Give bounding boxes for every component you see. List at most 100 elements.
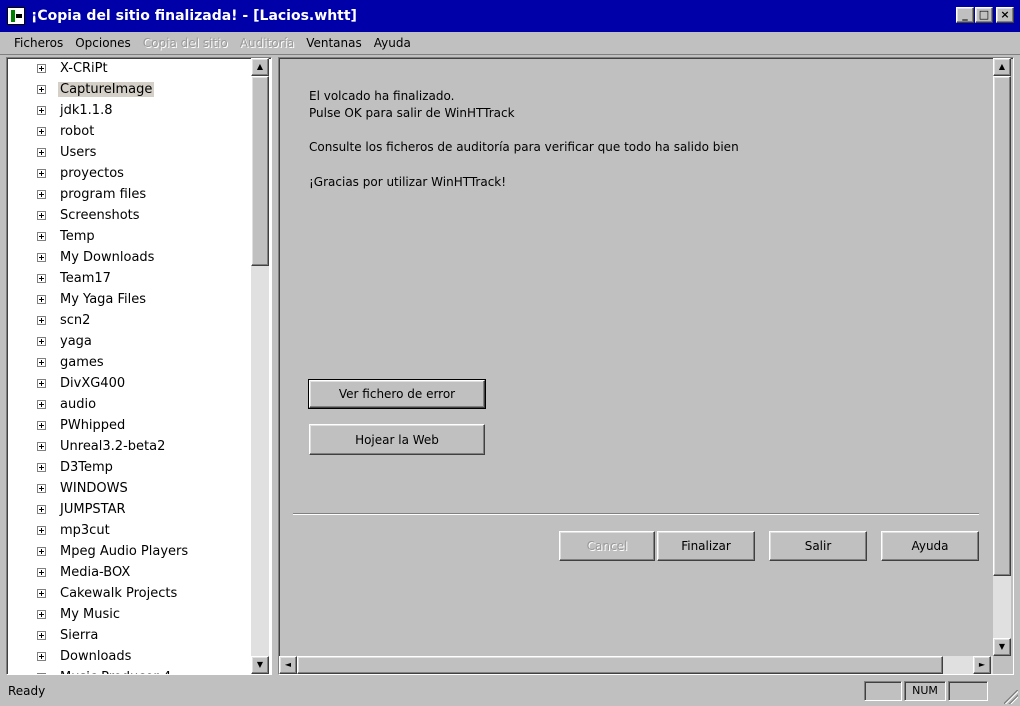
app-icon[interactable] [7,7,25,25]
tree-item[interactable]: Mpeg Audio Players [37,541,190,562]
maximize-button[interactable]: □ [975,7,993,23]
message-press-ok: Pulse OK para salir de WinHTTrack [309,106,515,120]
tree-item-label: CaptureImage [58,82,155,97]
content-vertical-scrollbar[interactable]: ▲ ▼ [993,58,1011,656]
status-panel-num: NUM [904,681,946,701]
tree-item[interactable]: program files [37,184,148,205]
content-scroll-up-button[interactable]: ▲ [993,58,1011,76]
menu-ventanas[interactable]: Ventanas [300,36,368,50]
tree-item[interactable]: D3Temp [37,457,115,478]
expand-plus-icon[interactable] [37,568,46,577]
tree-item[interactable]: My Yaga Files [37,289,148,310]
tree-item-label: Team17 [60,271,111,286]
menu-auditoria[interactable]: Auditoría [234,36,300,50]
tree-item[interactable]: WINDOWS [37,478,130,499]
tree-item[interactable]: X-CRiPt [37,58,110,79]
help-button[interactable]: Ayuda [881,531,979,561]
expand-plus-icon[interactable] [37,358,46,367]
content-horizontal-scrollbar[interactable]: ◄ ► [279,656,993,674]
tree-item[interactable]: proyectos [37,163,126,184]
tree-item-label: WINDOWS [60,481,128,496]
browse-web-button[interactable]: Hojear la Web [309,424,485,455]
expand-plus-icon[interactable] [37,547,46,556]
content-scroll-left-button[interactable]: ◄ [279,656,297,674]
expand-plus-icon[interactable] [37,232,46,241]
tree-item-label: Cakewalk Projects [60,586,178,601]
expand-plus-icon[interactable] [37,400,46,409]
menu-ficheros[interactable]: Ficheros [0,36,69,50]
expand-plus-icon[interactable] [37,379,46,388]
tree-item[interactable]: scn2 [37,310,92,331]
tree-item[interactable]: My Music [37,604,122,625]
expand-plus-icon[interactable] [37,190,46,199]
finish-button[interactable]: Finalizar [657,531,755,561]
cancel-button[interactable]: Cancel [559,531,655,561]
content-scroll-thumb[interactable] [993,76,1011,576]
menu-copia-del-sitio[interactable]: Copia del sitio [137,36,234,50]
tree-item-label: X-CRiPt [60,61,108,76]
content-scroll-down-button[interactable]: ▼ [993,638,1011,656]
tree-item[interactable]: Music Producer 4 [37,667,173,674]
expand-plus-icon[interactable] [37,652,46,661]
expand-plus-icon[interactable] [37,148,46,157]
tree-item[interactable]: yaga [37,331,94,352]
tree-item[interactable]: Cakewalk Projects [37,583,179,604]
menu-opciones[interactable]: Opciones [69,36,137,50]
tree-item[interactable]: Temp [37,226,97,247]
tree-vertical-scrollbar[interactable]: ▲ ▼ [251,58,269,674]
tree-item[interactable]: Sierra [37,625,100,646]
tree-item[interactable]: Downloads [37,646,133,667]
tree-item[interactable]: games [37,352,106,373]
tree-item[interactable]: Screenshots [37,205,142,226]
view-error-log-button[interactable]: Ver fichero de error [308,379,486,409]
expand-plus-icon[interactable] [37,463,46,472]
tree-item-label: Unreal3.2-beta2 [60,439,166,454]
tree-item-label: My Music [60,607,121,622]
tree-item[interactable]: CaptureImage [37,79,155,100]
expand-plus-icon[interactable] [37,484,46,493]
expand-plus-icon[interactable] [37,337,46,346]
expand-plus-icon[interactable] [37,673,46,674]
tree-item[interactable]: audio [37,394,98,415]
content-scroll-right-button[interactable]: ► [973,656,991,674]
expand-plus-icon[interactable] [37,421,46,430]
resize-grip-icon[interactable] [1004,690,1018,704]
tree-item[interactable]: Media-BOX [37,562,132,583]
tree-scroll-up-button[interactable]: ▲ [251,58,269,76]
tree-item[interactable]: robot [37,121,96,142]
tree-item[interactable]: Unreal3.2-beta2 [37,436,167,457]
window-controls: _ □ × [955,7,1014,23]
minimize-button[interactable]: _ [956,7,974,23]
expand-plus-icon[interactable] [37,295,46,304]
tree-item[interactable]: Users [37,142,98,163]
tree-item[interactable]: DivXG400 [37,373,127,394]
expand-plus-icon[interactable] [37,127,46,136]
tree-item[interactable]: jdk1.1.8 [37,100,114,121]
expand-plus-icon[interactable] [37,526,46,535]
tree-item[interactable]: My Downloads [37,247,156,268]
tree-item[interactable]: JUMPSTAR [37,499,128,520]
expand-plus-icon[interactable] [37,169,46,178]
close-button[interactable]: × [996,7,1014,23]
tree-scroll-thumb[interactable] [251,76,269,266]
tree-item[interactable]: PWhipped [37,415,127,436]
expand-plus-icon[interactable] [37,589,46,598]
expand-plus-icon[interactable] [37,610,46,619]
tree-item[interactable]: Team17 [37,268,113,289]
expand-plus-icon[interactable] [37,106,46,115]
expand-plus-icon[interactable] [37,64,46,73]
expand-plus-icon[interactable] [37,442,46,451]
expand-plus-icon[interactable] [37,274,46,283]
title-bar[interactable]: ¡Copia del sitio finalizada! - [Lacios.w… [0,0,1020,32]
expand-plus-icon[interactable] [37,316,46,325]
tree-scroll-down-button[interactable]: ▼ [251,656,269,674]
expand-plus-icon[interactable] [37,631,46,640]
exit-button[interactable]: Salir [769,531,867,561]
tree-item[interactable]: mp3cut [37,520,112,541]
content-hscroll-thumb[interactable] [297,656,943,674]
expand-plus-icon[interactable] [37,85,46,94]
expand-plus-icon[interactable] [37,505,46,514]
expand-plus-icon[interactable] [37,211,46,220]
menu-ayuda[interactable]: Ayuda [368,36,417,50]
expand-plus-icon[interactable] [37,253,46,262]
